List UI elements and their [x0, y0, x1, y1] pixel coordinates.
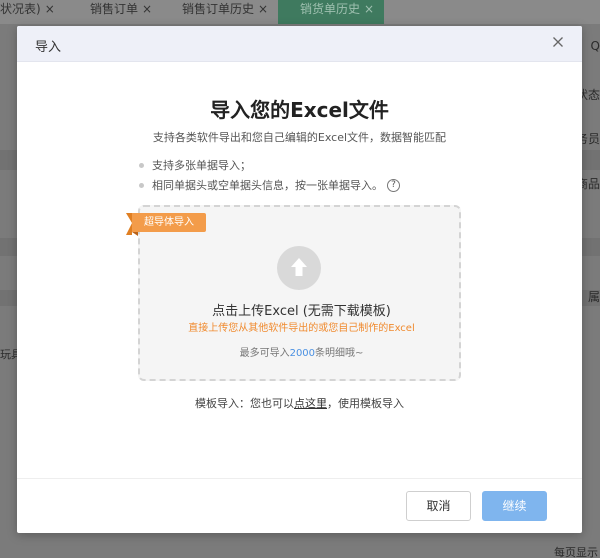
bullet-dot-icon — [139, 182, 144, 188]
ribbon-label: 超导体导入 — [132, 213, 206, 232]
background-tab[interactable]: 销售订单 × — [72, 0, 168, 24]
close-icon[interactable]: × — [258, 0, 268, 18]
close-icon[interactable]: × — [142, 0, 152, 18]
super-import-ribbon: 超导体导入 — [126, 213, 206, 236]
background-tab[interactable]: 销售订单历史 × — [168, 0, 278, 24]
background-tab-bar: 状况表) × 销售订单 × 销售订单历史 × 销货单历史 × — [0, 0, 600, 24]
background-label: Q — [590, 39, 600, 53]
background-right-column: Q 状态 务员 商品 属 — [576, 30, 600, 550]
upload-hint: 直接上传您从其他软件导出的或您自己制作的Excel — [188, 323, 415, 334]
background-pagination-label: 每页显示 — [554, 546, 598, 558]
close-icon[interactable]: × — [45, 0, 55, 18]
dialog-subtitle: 支持各类软件导出和您自己编辑的Excel文件，数据智能匹配 — [152, 131, 447, 144]
help-icon[interactable]: ? — [387, 178, 400, 192]
cancel-button[interactable]: 取消 — [406, 491, 471, 521]
upload-arrow-icon[interactable] — [277, 246, 321, 290]
template-import-line: 模板导入：您也可以点这里，使用模板导入 — [195, 397, 404, 410]
upload-title[interactable]: 点击上传Excel (无需下载模板) — [138, 300, 465, 319]
template-link[interactable]: 点这里 — [294, 397, 327, 410]
list-item: 相同单据头或空单据头信息，按一张单据导入。 ? — [139, 175, 400, 195]
ribbon-fold-icon — [132, 232, 138, 236]
import-dialog: 导入 导入您的Excel文件 支持各类软件导出和您自己编辑的Excel文件，数据… — [17, 26, 582, 533]
feature-list: 支持多张单据导入； 相同单据头或空单据头信息，按一张单据导入。 ? — [139, 155, 400, 195]
upload-limit: 最多可导入2000条明细哦~ — [239, 348, 364, 359]
close-icon[interactable]: × — [364, 0, 374, 18]
dialog-title: 导入 — [35, 40, 62, 55]
limit-number: 2000 — [289, 348, 316, 359]
list-item: 支持多张单据导入； — [139, 155, 400, 175]
continue-button[interactable]: 继续 — [482, 491, 547, 521]
background-tab-active[interactable]: 销货单历史 × — [278, 0, 384, 24]
dialog-header: 导入 — [17, 26, 582, 62]
dialog-headline: 导入您的Excel文件 — [210, 98, 389, 122]
background-tab[interactable]: 状况表) × — [0, 0, 72, 24]
close-icon[interactable] — [550, 34, 566, 50]
dialog-footer: 取消 继续 — [17, 478, 582, 533]
bullet-dot-icon — [139, 162, 144, 168]
background-label: 属 — [587, 290, 600, 304]
